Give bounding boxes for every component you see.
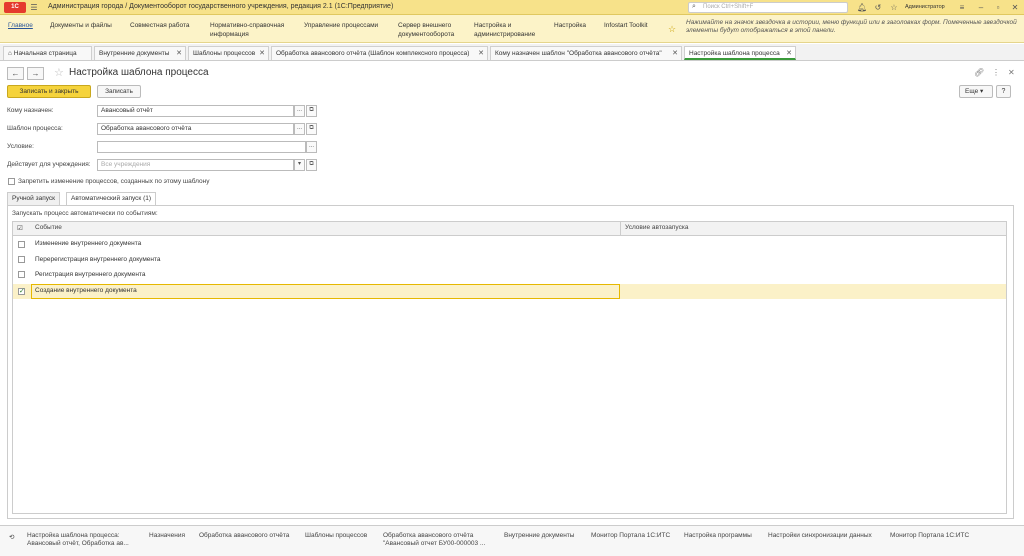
app-logo: 1С xyxy=(4,2,26,13)
event-label: Регистрация внутреннего документа xyxy=(35,271,146,278)
template-label: Шаблон процесса: xyxy=(7,125,63,132)
help-button[interactable]: ? xyxy=(996,85,1011,98)
select-button[interactable]: ... xyxy=(294,123,305,135)
global-search-input[interactable]: ⌕ Поиск Ctrl+Shift+F xyxy=(688,2,848,13)
history-item[interactable]: Настройки синхронизации данных xyxy=(768,532,872,540)
events-caption: Запускать процесс автоматически по событ… xyxy=(12,210,158,217)
section-processes[interactable]: Управление процессами xyxy=(304,21,378,30)
link-icon[interactable]: 🔗︎ xyxy=(974,68,984,77)
bell-icon[interactable]: 🔔︎ xyxy=(857,3,867,12)
section-collaboration[interactable]: Совместная работа xyxy=(130,21,189,30)
table-header xyxy=(12,221,1007,236)
history-item[interactable]: Обработка авансового отчёта "Авансовый о… xyxy=(383,532,495,548)
dropdown-icon[interactable]: ▾ xyxy=(294,159,305,171)
user-name[interactable]: Администратор xyxy=(905,4,945,10)
section-admin[interactable]: Настройка и администрирование xyxy=(474,21,544,39)
close-tab-icon[interactable]: ✕ xyxy=(672,47,678,60)
section-documents[interactable]: Документы и файлы xyxy=(50,21,112,30)
form-close-icon[interactable]: ✕ xyxy=(1008,68,1015,77)
save-and-close-button[interactable]: Записать и закрыть xyxy=(7,85,91,98)
section-external-server[interactable]: Сервер внешнего документооборота xyxy=(398,21,470,39)
section-settings[interactable]: Настройка xyxy=(554,21,586,30)
close-tab-icon[interactable]: ✕ xyxy=(786,47,792,58)
open-windows-bar: ⌂ Начальная страница Внутренние документ… xyxy=(0,44,1024,61)
history-bar: ⟲ Настройка шаблона процесса: Авансовый … xyxy=(0,525,1024,556)
open-icon[interactable]: ⧉ xyxy=(306,123,317,135)
save-button[interactable]: Записать xyxy=(97,85,141,98)
tab-home[interactable]: ⌂ Начальная страница xyxy=(3,46,92,60)
star-icon: ☆ xyxy=(668,24,677,34)
close-tab-icon[interactable]: ✕ xyxy=(176,47,182,60)
tab-template-complex[interactable]: Обработка авансового отчёта (Шаблон комп… xyxy=(271,46,488,60)
close-icon[interactable]: ✕ xyxy=(1010,3,1020,12)
condition-label: Условие: xyxy=(7,143,34,150)
form-title: Настройка шаблона процесса xyxy=(69,67,209,78)
assigned-label: Кому назначен: xyxy=(7,107,54,114)
menu-icon[interactable]: ☰ xyxy=(29,3,39,12)
section-main[interactable]: Главное xyxy=(8,21,33,30)
settings-menu-icon[interactable]: ≡ xyxy=(957,3,967,12)
more-button[interactable]: Еще ▾ xyxy=(959,85,993,98)
prohibit-checkbox[interactable] xyxy=(8,178,15,185)
search-icon: ⌕ xyxy=(692,3,696,10)
tab-manual-start[interactable]: Ручной запуск xyxy=(7,192,60,205)
event-checkbox-checked[interactable]: ✓ xyxy=(18,288,25,295)
event-label: Изменение внутреннего документа xyxy=(35,240,142,247)
more-actions-icon[interactable]: ⋮ xyxy=(992,68,1000,77)
institution-field[interactable]: Все учреждения xyxy=(97,159,294,171)
select-button[interactable]: ... xyxy=(294,105,305,117)
open-icon[interactable]: ⧉ xyxy=(306,159,317,171)
column-header-event: Событие xyxy=(35,224,62,231)
history-item[interactable]: Настройка программы xyxy=(684,532,752,540)
restore-icon[interactable]: ▫ xyxy=(993,3,1003,12)
tab-assigned-to[interactable]: Кому назначен шаблон "Обработка авансово… xyxy=(490,46,682,60)
add-favorite-icon[interactable]: ☆ xyxy=(54,66,64,79)
event-label: Создание внутреннего документа xyxy=(35,287,137,294)
event-label: Перерегистрация внутреннего документа xyxy=(35,256,161,263)
institution-label: Действует для учреждения: xyxy=(7,161,91,168)
select-button[interactable]: ... xyxy=(306,141,317,153)
tab-auto-start[interactable]: Автоматический запуск (1) xyxy=(66,192,157,206)
title-bar: 1С ☰ Администрация города / Документообо… xyxy=(0,0,1024,15)
history-item[interactable]: Шаблоны процессов xyxy=(305,532,367,540)
back-button[interactable]: ← xyxy=(7,67,24,80)
prohibit-label: Запретить изменение процессов, созданных… xyxy=(18,178,210,185)
tab-template-settings[interactable]: Настройка шаблона процесса ✕ xyxy=(684,46,796,60)
history-item[interactable]: Назначения xyxy=(149,532,185,540)
check-all-icon[interactable]: ☑ xyxy=(17,224,23,232)
table-row[interactable] xyxy=(13,252,1006,267)
table-row[interactable] xyxy=(13,237,1006,252)
history-icon[interactable]: ↺ xyxy=(873,3,883,12)
column-divider xyxy=(620,222,621,235)
app-title: Администрация города / Документооборот г… xyxy=(48,3,394,10)
history-item[interactable]: Внутренние документы xyxy=(504,532,574,540)
template-field[interactable]: Обработка авансового отчёта xyxy=(97,123,294,135)
close-tab-icon[interactable]: ✕ xyxy=(478,47,484,60)
condition-field[interactable] xyxy=(97,141,306,153)
event-checkbox[interactable] xyxy=(18,271,25,278)
column-header-condition: Условие автозапуска xyxy=(625,224,689,231)
history-item[interactable]: Настройка шаблона процесса: Авансовый от… xyxy=(27,532,137,548)
history-item[interactable]: Монитор Портала 1С:ИТС xyxy=(890,532,969,540)
history-icon: ⟲ xyxy=(9,534,15,541)
close-tab-icon[interactable]: ✕ xyxy=(259,47,265,60)
section-reference[interactable]: Нормативно-справочная информация xyxy=(210,21,305,39)
dropdown-icon: ▾ xyxy=(980,88,984,95)
favorites-hint: Нажимайте на значок звездочка в истории,… xyxy=(686,19,1017,34)
tab-templates[interactable]: Шаблоны процессов ✕ xyxy=(188,46,269,60)
assigned-field[interactable]: Авансовый отчёт xyxy=(97,105,294,117)
event-checkbox[interactable] xyxy=(18,256,25,263)
history-item[interactable]: Обработка авансового отчёта xyxy=(199,532,289,540)
history-item[interactable]: Монитор Портала 1С:ИТС xyxy=(591,532,670,540)
favorites-star-icon[interactable]: ☆ xyxy=(889,3,899,12)
table-row[interactable] xyxy=(13,267,1006,282)
event-checkbox[interactable] xyxy=(18,241,25,248)
forward-button[interactable]: → xyxy=(27,67,44,80)
tab-internal-docs[interactable]: Внутренние документы ✕ xyxy=(94,46,186,60)
open-icon[interactable]: ⧉ xyxy=(306,105,317,117)
sections-panel: Главное Документы и файлы Совместная раб… xyxy=(0,15,1024,43)
section-infostart[interactable]: Infostart Toolkit xyxy=(604,21,648,30)
minimize-icon[interactable]: – xyxy=(976,3,986,12)
home-icon: ⌂ xyxy=(8,50,12,57)
